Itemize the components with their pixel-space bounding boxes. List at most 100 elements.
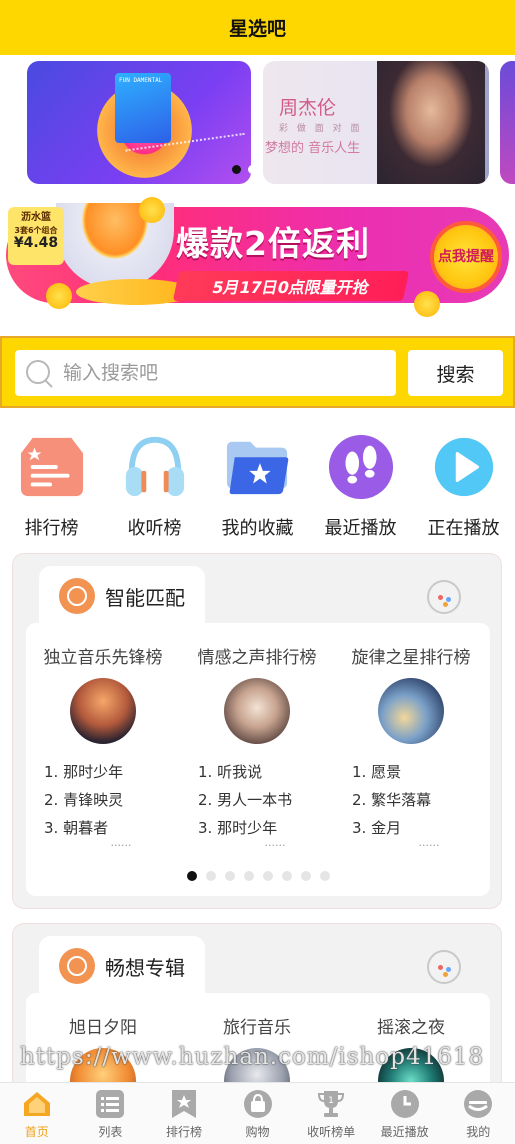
tab-label: 我的 [466,1125,491,1139]
list-item[interactable]: 2. 男人一本书 [198,786,334,814]
promo-headline: 爆款2倍返利 [176,224,370,263]
play-icon [434,437,493,497]
section-pager [26,871,490,895]
list-item[interactable]: 1. 愿景 [352,758,488,786]
pager-dot[interactable] [319,871,330,881]
svg-text:1: 1 [328,1096,334,1106]
banner-subtitle: 彩 做 面 对 面 [279,124,363,134]
banner-slide-3[interactable] [500,61,515,184]
more-ellipsis: ...... [264,836,286,849]
pager-dot[interactable] [243,871,254,881]
shopping-bag-icon [243,1090,272,1118]
section-album: 畅想专辑 旭日夕阳 旅行音乐 摇滚之夜 [12,923,502,1114]
pager-dot[interactable] [262,871,273,881]
watermark-text: https://www.huzhan.com/ishop41618 [20,1044,485,1070]
tab-recent[interactable]: 最近播放 [368,1083,442,1144]
tab-label: 收听榜单 [307,1125,356,1139]
tab-shopping[interactable]: 购物 [221,1083,295,1144]
chart-column[interactable]: 旋律之星排行榜 1. 愿景 2. 繁华落幕 3. 金月 ...... [334,643,488,849]
chart-column[interactable]: 独立音乐先锋榜 1. 那时少年 2. 青锋映灵 3. 朝暮者 ...... [26,643,180,849]
app-title: 星选吧 [228,18,286,40]
tab-label: 首页 [24,1125,49,1139]
tab-home[interactable]: 首页 [0,1083,74,1144]
pager-dot[interactable] [300,871,311,881]
quick-nav-ranking[interactable]: 排行榜 [0,430,103,540]
carousel-indicator [232,165,251,174]
section-smart-match: 智能匹配 独立音乐先锋榜 1. 那时少年 2. 青锋映灵 3. 朝暮者 ....… [12,553,502,909]
bookmark-star-icon [171,1090,196,1118]
carousel-dot-active[interactable] [232,165,241,174]
quick-nav-label: 收听榜 [127,518,182,539]
section-content: 独立音乐先锋榜 1. 那时少年 2. 青锋映灵 3. 朝暮者 ...... 情感… [26,623,490,896]
album-name: 摇滚之夜 [377,1018,445,1038]
coin-icon [414,291,440,317]
promo-banner[interactable]: 沥水篮 3套6个组合 ¥4.48 爆款2倍返利 5月17日0点限量开抢 点我提醒 [6,195,509,317]
ranking-icon [20,437,83,497]
chart-cover [378,678,444,744]
artist-photo [377,61,485,184]
quick-nav-listening[interactable]: 收听榜 [103,430,206,540]
chart-name: 独立音乐先锋榜 [43,648,163,668]
tab-mine[interactable]: 我的 [441,1083,515,1144]
favorites-folder-icon [226,441,288,495]
banner-slide-2[interactable]: 周杰伦 彩 做 面 对 面 梦想的 音乐人生 [263,61,489,184]
trophy-icon: 1 [318,1091,345,1117]
quick-nav-favorites[interactable]: 我的收藏 [206,430,309,540]
tab-label: 排行榜 [165,1125,202,1139]
quick-nav-label: 最近播放 [324,518,397,539]
quick-nav-now-playing[interactable]: 正在播放 [412,430,515,540]
disc-icon [59,578,95,614]
chart-cover [224,678,290,744]
album-name: 旅行音乐 [223,1018,291,1038]
clock-icon [390,1090,419,1118]
search-button[interactable]: 搜索 [408,350,503,396]
search-bar: 搜索 [0,336,515,408]
more-icon[interactable] [427,580,461,614]
remind-me-button[interactable]: 点我提醒 [430,221,502,293]
pager-dot[interactable] [224,871,235,881]
section-title: 智能匹配 [105,585,185,610]
list-item[interactable]: 2. 青锋映灵 [44,786,180,814]
quick-nav: 排行榜 收听榜 我的收藏 最近播放 正在播放 [0,430,515,540]
quick-nav-recent[interactable]: 最近播放 [309,430,412,540]
coin-icon [46,283,72,309]
track-list: 1. 听我说 2. 男人一本书 3. 那时少年 [180,758,334,842]
more-icon[interactable] [427,950,461,984]
search-input[interactable] [63,362,363,384]
list-item[interactable]: 2. 繁华落幕 [352,786,488,814]
quick-nav-label: 排行榜 [24,518,79,539]
album-card-graphic: FUN DAMENTAL [115,73,171,143]
search-field[interactable] [15,350,396,396]
pager-dot-active[interactable] [186,871,197,881]
search-icon [24,358,54,388]
list-icon [96,1090,125,1118]
pager-dot[interactable] [205,871,216,881]
tab-list[interactable]: 列表 [74,1083,148,1144]
chart-column[interactable]: 情感之声排行榜 1. 听我说 2. 男人一本书 3. 那时少年 ...... [180,643,334,849]
tab-ranking[interactable]: 排行榜 [147,1083,221,1144]
pager-dot[interactable] [281,871,292,881]
track-list: 1. 那时少年 2. 青锋映灵 3. 朝暮者 [26,758,180,842]
carousel-dot[interactable] [248,165,251,174]
banner-artist-name: 周杰伦 [279,97,337,119]
price-tag: 沥水篮 3套6个组合 ¥4.48 [8,207,64,265]
tab-listening-chart[interactable]: 1 收听榜单 [294,1083,368,1144]
home-icon [23,1092,50,1116]
list-item[interactable]: 1. 听我说 [198,758,334,786]
section-tab[interactable]: 畅想专辑 [39,936,205,996]
bottom-tab-bar: 首页 列表 排行榜 购物 1 收听榜单 最近播放 我的 [0,1082,515,1144]
album-name: 旭日夕阳 [69,1018,137,1038]
more-ellipsis: ...... [418,836,440,849]
app-header: 星选吧 [0,0,515,55]
banner-slide-1[interactable]: FUN DAMENTAL [27,61,251,184]
list-item[interactable]: 1. 那时少年 [44,758,180,786]
disc-icon [59,948,95,984]
chart-cover [70,678,136,744]
chart-name: 旋律之星排行榜 [351,648,471,668]
section-tab[interactable]: 智能匹配 [39,566,205,626]
footprints-icon [328,434,393,500]
user-icon [464,1090,493,1118]
banner-carousel[interactable]: FUN DAMENTAL 周杰伦 彩 做 面 对 面 梦想的 音乐人生 [0,55,515,195]
tab-label: 最近播放 [380,1125,429,1139]
coin-icon [139,197,165,223]
